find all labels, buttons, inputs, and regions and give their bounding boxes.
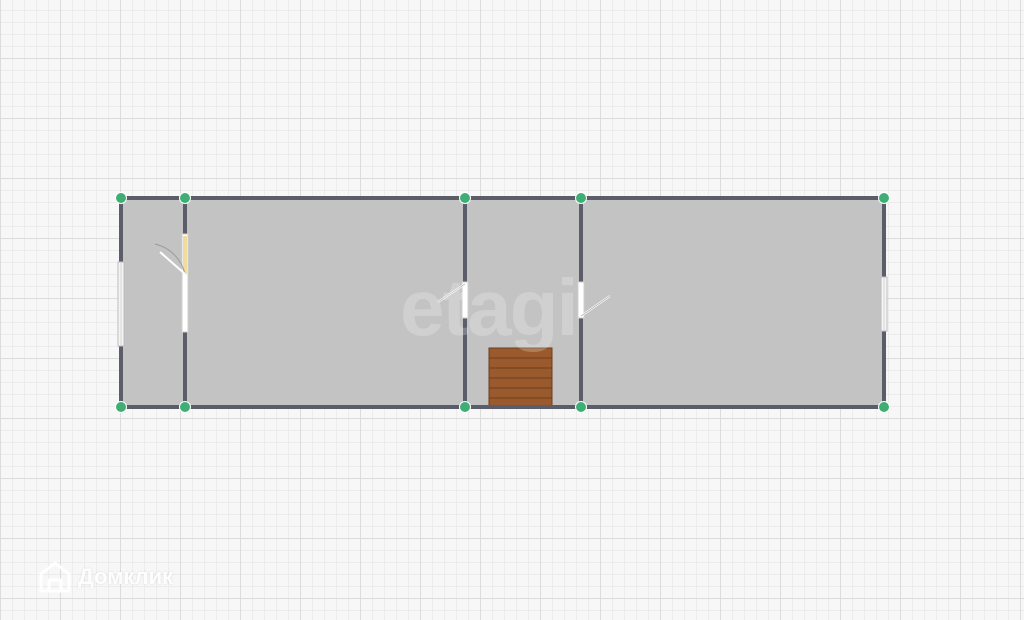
node (575, 192, 587, 204)
node (459, 192, 471, 204)
window-left (117, 261, 125, 347)
brand-logo: Домклик (38, 560, 173, 594)
watermark: etagi (400, 263, 579, 352)
node (115, 192, 127, 204)
node (179, 401, 191, 413)
node (878, 401, 890, 413)
window-right (880, 276, 888, 332)
house-icon (39, 561, 71, 593)
node (878, 192, 890, 204)
room-entry (121, 198, 185, 407)
stairs (488, 347, 553, 408)
node (179, 192, 191, 204)
node (115, 401, 127, 413)
brand-text: Домклик (78, 564, 174, 589)
node (459, 401, 471, 413)
room-main-right (581, 198, 884, 407)
node (575, 401, 587, 413)
